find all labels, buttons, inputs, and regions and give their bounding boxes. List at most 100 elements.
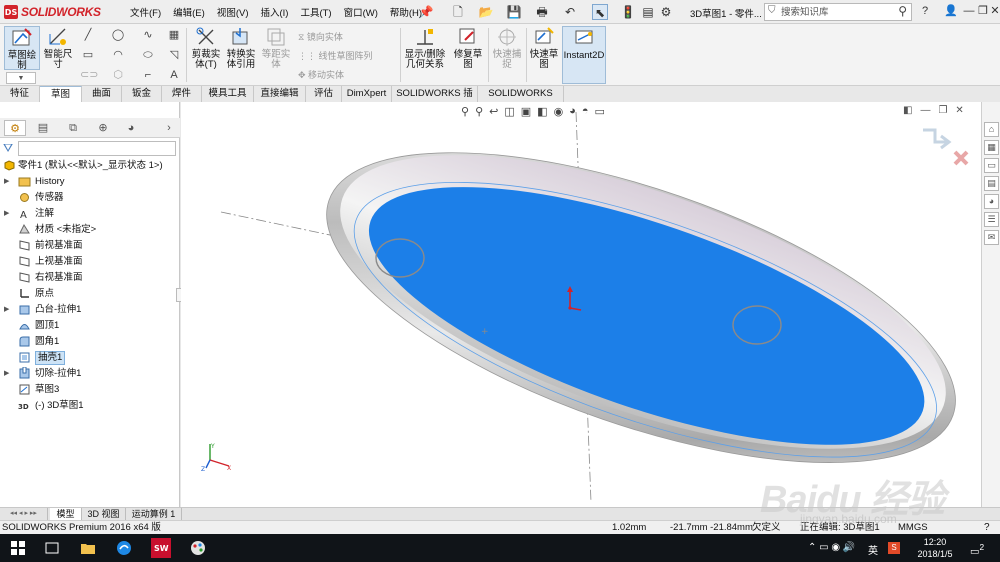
convert-entities-button[interactable]: 转换实体引用 xyxy=(224,26,258,70)
save-icon[interactable]: 💾 xyxy=(506,4,522,20)
tree-item[interactable]: 草图3 xyxy=(0,382,180,398)
expand-arrow-icon[interactable]: ▶ xyxy=(4,174,12,190)
filter-input[interactable] xyxy=(18,141,176,156)
model-view[interactable]: + Y X Z xyxy=(181,102,981,507)
slot-icon[interactable]: ⊂⊃ xyxy=(80,68,98,82)
spline-icon[interactable]: ∿ xyxy=(140,28,156,42)
property-manager-tab-icon[interactable]: ▤ xyxy=(32,120,54,136)
tab-scroll-arrows[interactable]: ◂◂ ◂ ▸ ▸▸ xyxy=(0,508,48,520)
circle-icon[interactable]: ◯ xyxy=(110,28,126,42)
open-icon[interactable]: 📂 xyxy=(478,4,494,20)
tray-icons[interactable]: ⌃ ▭ ◉ 🔊 xyxy=(808,542,855,553)
minimize-icon[interactable]: — xyxy=(962,4,976,18)
forum-icon[interactable]: ✉ xyxy=(984,230,999,245)
system-clock[interactable]: 12:20 2018/1/5 xyxy=(910,536,960,560)
view-palette-icon[interactable]: ▤ xyxy=(984,176,999,191)
tab-solidworks-mbd[interactable]: SOLIDWORKS MBD xyxy=(478,86,564,114)
custom-properties-icon[interactable]: ☰ xyxy=(984,212,999,227)
display-delete-relations-button[interactable]: 显示/删除几何关系 xyxy=(402,26,448,70)
tree-item[interactable]: 圆顶1 xyxy=(0,318,180,334)
tree-item[interactable]: ▶ 凸台-拉伸1 xyxy=(0,302,180,318)
configuration-manager-tab-icon[interactable]: ⧉ xyxy=(62,120,84,136)
tab-mold-tools[interactable]: 模具工具 xyxy=(202,86,254,102)
file-explorer-icon[interactable]: ▭ xyxy=(984,158,999,173)
tab-weldments[interactable]: 焊件 xyxy=(162,86,202,102)
tree-item[interactable]: 原点 xyxy=(0,286,180,302)
offset-entities-button[interactable]: 等距实体 xyxy=(260,26,292,70)
chevron-right-icon[interactable]: › xyxy=(162,120,176,136)
expand-arrow-icon[interactable]: ▶ xyxy=(4,302,12,318)
rectangle-icon[interactable]: ▭ xyxy=(80,48,96,62)
print-icon[interactable]: 🖶 xyxy=(534,4,550,20)
tab-dimxpert[interactable]: DimXpert xyxy=(342,86,392,102)
menu-window[interactable]: 窗口(W) xyxy=(344,5,378,19)
tree-item[interactable]: 抽壳1 xyxy=(0,350,180,366)
menu-tools[interactable]: 工具(T) xyxy=(300,5,331,19)
chamfer-icon[interactable]: ◹ xyxy=(166,48,182,62)
help-icon[interactable]: ? xyxy=(984,522,990,534)
solidworks-logo[interactable]: DS SOLIDWORKS xyxy=(4,3,101,21)
polygon-icon[interactable]: ⬡ xyxy=(110,68,126,82)
line-icon[interactable]: ╱ xyxy=(80,28,96,42)
search-box[interactable]: ⛉ ⚲ xyxy=(764,3,912,21)
tab-features[interactable]: 特征 xyxy=(0,86,40,102)
file-explorer-taskbar-icon[interactable] xyxy=(80,540,96,556)
user-icon[interactable]: 👤 xyxy=(944,4,958,18)
offset-curve-icon[interactable]: ⌐ xyxy=(140,68,156,82)
trim-entities-button[interactable]: 剪裁实体(T) xyxy=(188,26,224,70)
move-entities-item[interactable]: ✥ 移动实体 xyxy=(298,68,344,81)
tab-motion-study[interactable]: 运动算例 1 xyxy=(126,508,182,520)
select-cursor-icon[interactable]: ⬉ xyxy=(592,4,608,20)
ime-s-icon[interactable]: S xyxy=(888,542,900,554)
tree-item[interactable]: 圆角1 xyxy=(0,334,180,350)
expand-arrow-icon[interactable]: ▶ xyxy=(4,206,12,222)
tree-root[interactable]: 零件1 (默认<<默认>_显示状态 1>) xyxy=(0,158,180,174)
expand-arrow-icon[interactable]: ▶ xyxy=(4,366,12,382)
design-library-icon[interactable]: ▦ xyxy=(984,140,999,155)
close-icon[interactable]: ✕ xyxy=(988,4,1000,18)
sketch-button[interactable]: 草图绘制 xyxy=(4,26,40,71)
paint-app-icon[interactable] xyxy=(190,540,206,556)
undo-icon[interactable]: ↶ xyxy=(562,4,578,20)
text-tool-icon[interactable]: A xyxy=(166,68,182,82)
display-manager-tab-icon[interactable]: ◕ xyxy=(120,120,142,136)
linear-pattern-item[interactable]: ⋮⋮ 线性草图阵列 xyxy=(298,49,373,62)
tree-item[interactable]: ▶ 切除-拉伸1 xyxy=(0,366,180,382)
help-icon[interactable]: ? xyxy=(918,4,932,18)
tab-3d-views[interactable]: 3D 视图 xyxy=(82,508,126,520)
shell-dish[interactable] xyxy=(291,102,981,507)
menu-file[interactable]: 文件(F) xyxy=(130,5,161,19)
notification-center-icon[interactable]: ▭2 xyxy=(970,542,984,557)
graphics-area[interactable]: ⚲ ⚲ ↩ ◫ ▣ ◧ ◉ ◕ ◓ ▭ ◧ — ❐ ✕ + Y X Z xyxy=(181,102,981,507)
tab-sheet-metal[interactable]: 钣金 xyxy=(122,86,162,102)
dimxpert-manager-tab-icon[interactable]: ⊕ xyxy=(92,120,114,136)
search-input[interactable] xyxy=(781,5,891,19)
file-properties-icon[interactable]: ▤ xyxy=(640,4,656,20)
tab-surfaces[interactable]: 曲面 xyxy=(82,86,122,102)
solidworks-resources-icon[interactable]: ⌂ xyxy=(984,122,999,137)
options-gear-icon[interactable]: ⚙ xyxy=(658,4,674,20)
task-view-icon[interactable] xyxy=(44,540,60,556)
tab-solidworks-addins[interactable]: SOLIDWORKS 插件 xyxy=(392,86,478,114)
menu-edit[interactable]: 编辑(E) xyxy=(173,5,205,19)
tree-item[interactable]: ▶ History xyxy=(0,174,180,190)
instant2d-button[interactable]: Instant2D xyxy=(562,26,606,84)
feature-manager-tab-icon[interactable]: ⚙ xyxy=(4,120,26,136)
windows-start-icon[interactable] xyxy=(10,540,26,556)
edge-browser-icon[interactable] xyxy=(116,540,132,556)
tree-item[interactable]: ▶ A 注解 xyxy=(0,206,180,222)
unit-system[interactable]: MMGS xyxy=(898,522,928,534)
tab-direct-editing[interactable]: 直接编辑 xyxy=(254,86,306,102)
tree-item[interactable]: 上视基准面 xyxy=(0,254,180,270)
repair-sketch-button[interactable]: 修复草图 xyxy=(450,26,486,70)
rebuild-icon[interactable]: 🚦 xyxy=(620,4,636,20)
tree-item[interactable]: 3D (-) 3D草图1 xyxy=(0,398,180,414)
appearances-icon[interactable]: ◕ xyxy=(984,194,999,209)
tree-item[interactable]: 传感器 xyxy=(0,190,180,206)
tree-item[interactable]: 右视基准面 xyxy=(0,270,180,286)
ime-indicator[interactable]: 英 xyxy=(868,542,878,557)
menu-insert[interactable]: 插入(I) xyxy=(260,5,288,19)
ellipse-icon[interactable]: ⬭ xyxy=(140,48,156,62)
menu-view[interactable]: 视图(V) xyxy=(217,5,249,19)
smart-dimension-button[interactable]: 智能尺寸 xyxy=(42,26,74,70)
